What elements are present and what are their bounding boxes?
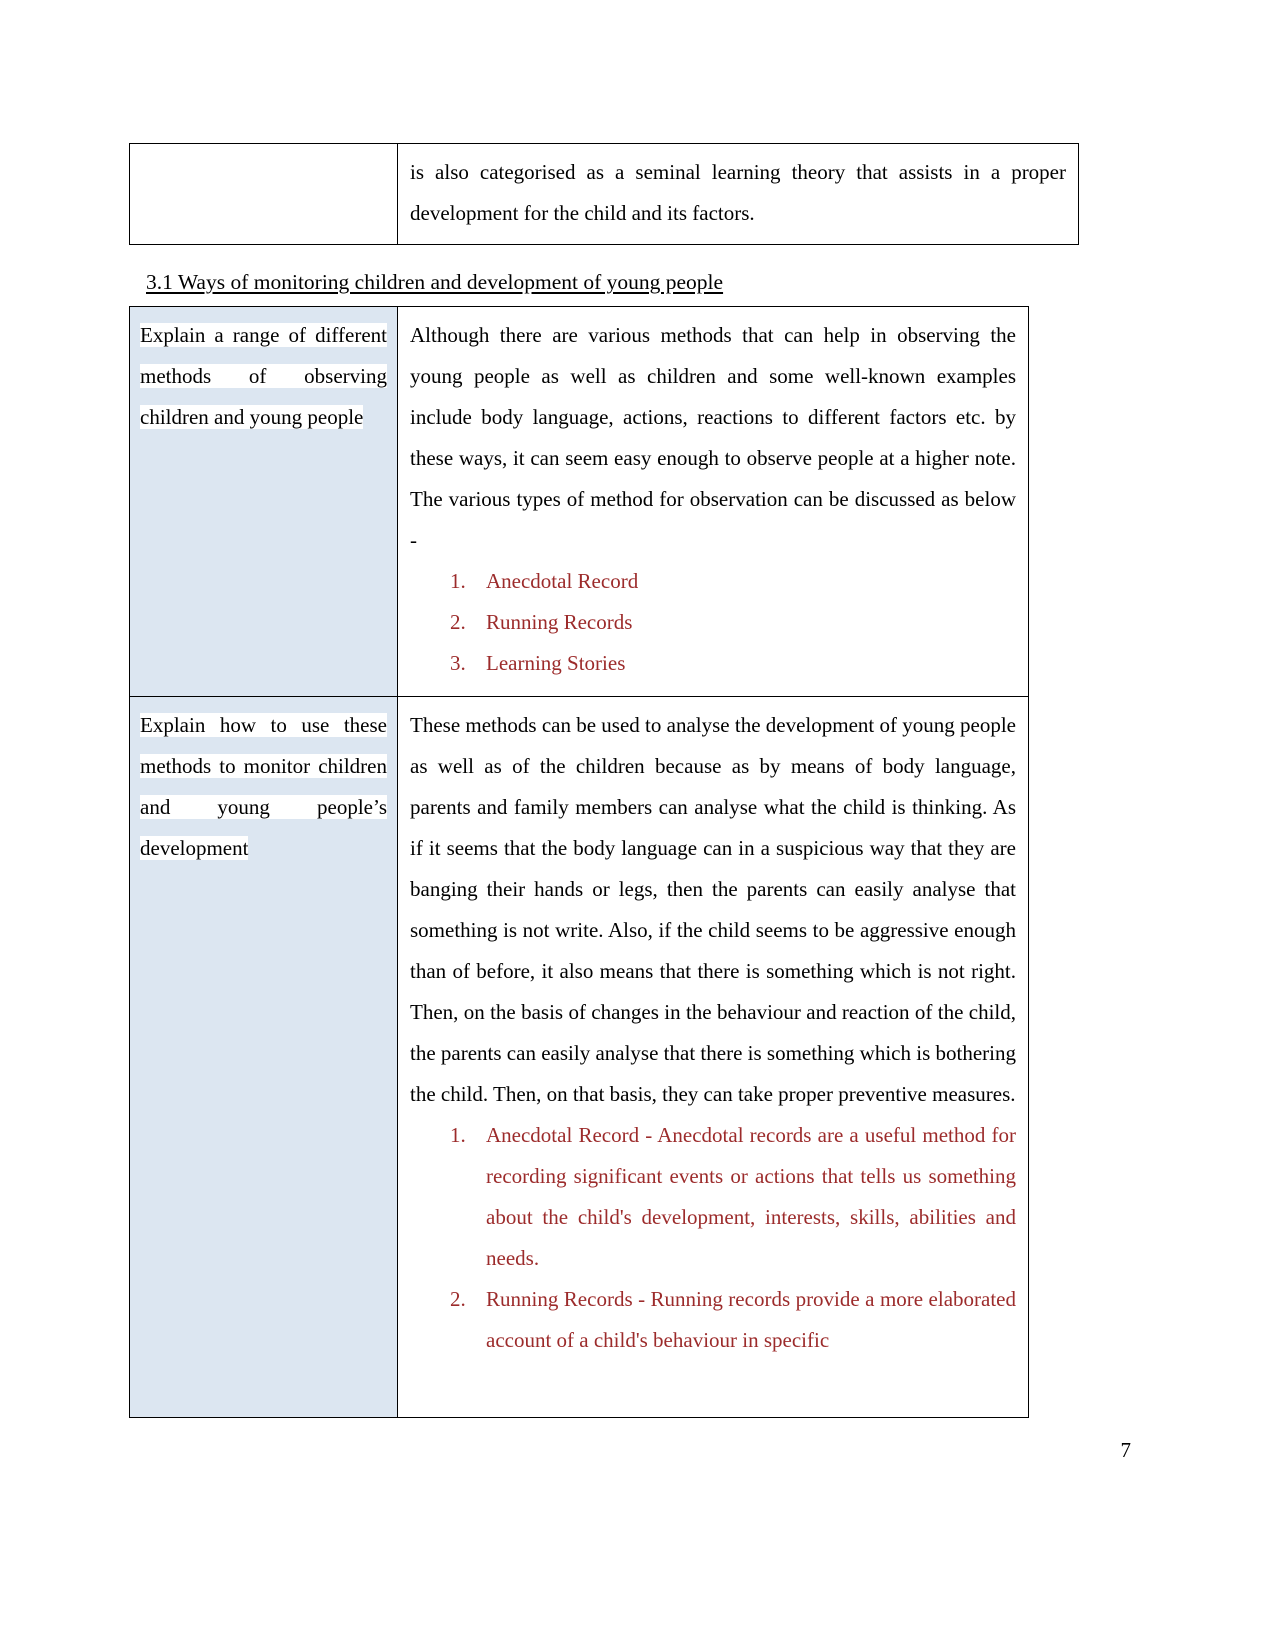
row1-prompt-highlight: Explain a range of different methods of … — [140, 323, 387, 429]
row1-prompt-text: Explain a range of different methods of … — [140, 315, 387, 438]
table-row: Explain a range of different methods of … — [129, 306, 1029, 697]
row1-body-text: Although there are various methods that … — [410, 323, 1016, 552]
table-row: Explain how to use these methods to moni… — [129, 696, 1029, 1418]
page-number: 7 — [1120, 1438, 1132, 1462]
row2-body-cell: These methods can be used to analyse the… — [397, 696, 1029, 1418]
section-heading: 3.1 Ways of monitoring children and deve… — [146, 270, 724, 294]
row1-method-list: Anecdotal Record Running Records Learnin… — [410, 561, 1016, 684]
row2-prompt-cell: Explain how to use these methods to moni… — [129, 696, 398, 1418]
list-item: Running Records - Running records provid… — [450, 1279, 1016, 1352]
list-item: Running Records — [450, 602, 633, 643]
row2-prompt-text: Explain how to use these methods to moni… — [140, 705, 387, 869]
list-item: Anecdotal Record — [450, 561, 639, 602]
row1-body-cell: Although there are various methods that … — [397, 306, 1029, 697]
document-page: is also categorised as a seminal learnin… — [0, 0, 1275, 1650]
row2-body-text: These methods can be used to analyse the… — [410, 713, 1016, 1106]
row1-prompt-cell: Explain a range of different methods of … — [129, 306, 398, 697]
continued-table: is also categorised as a seminal learnin… — [129, 143, 1079, 245]
list-item: Anecdotal Record - Anecdotal records are… — [450, 1115, 1016, 1270]
monitoring-methods-table: Explain a range of different methods of … — [129, 306, 1029, 1418]
row2-method-list: Anecdotal Record - Anecdotal records are… — [410, 1115, 1016, 1361]
continued-right-text: is also categorised as a seminal learnin… — [410, 160, 1066, 225]
continued-table-left-cell — [129, 143, 398, 245]
continued-table-right-cell: is also categorised as a seminal learnin… — [397, 143, 1079, 245]
table-row: is also categorised as a seminal learnin… — [129, 143, 1079, 245]
row2-prompt-highlight: Explain how to use these methods to moni… — [140, 713, 387, 860]
list-item: Learning Stories — [450, 643, 626, 684]
